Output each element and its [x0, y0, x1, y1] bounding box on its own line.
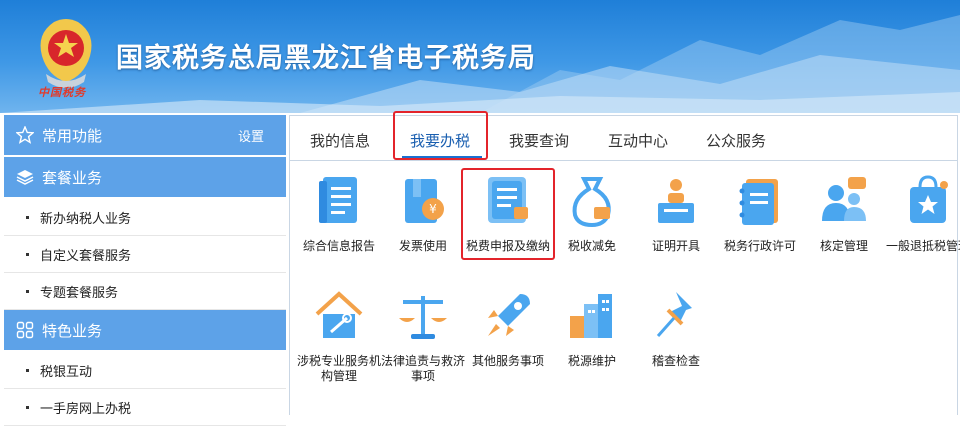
tab-my-info[interactable]: 我的信息: [310, 130, 370, 151]
service-tile-professional-service[interactable]: 涉税专业服务机构管理: [297, 286, 381, 384]
service-tile-legal-remedy[interactable]: 法律追责与救济事项: [381, 286, 465, 384]
sidebar-item-label: 新办纳税人业务: [40, 211, 132, 227]
sidebar: 常用功能 设置 套餐业务 新办纳税人业务 自定义套餐服务 专题套餐服务 特色业务…: [4, 115, 286, 426]
service-tile-verification-management[interactable]: 核定管理: [802, 171, 886, 254]
sidebar-item[interactable]: 自定义套餐服务: [4, 236, 286, 273]
tab-bar: 我的信息 我要办税 我要查询 互动中心 公众服务: [290, 116, 957, 161]
layers-icon: [14, 166, 36, 188]
tab-query[interactable]: 我要查询: [509, 130, 569, 151]
service-tile-inspection[interactable]: 稽查检查: [634, 286, 718, 369]
buildings-icon: [570, 294, 612, 338]
report-document-icon: [319, 177, 357, 223]
service-label: 法律追责与救济事项: [381, 354, 466, 383]
sidebar-section-title: 特色业务: [42, 321, 103, 340]
bullet: [26, 405, 29, 409]
service-label: 其他服务事项: [471, 354, 544, 368]
service-tile-invoice[interactable]: ¥ 发票使用: [381, 171, 465, 254]
main-panel: 我的信息 我要办税 我要查询 互动中心 公众服务 综合信息报告 ¥ 发票使用 税…: [289, 111, 960, 415]
site-title: 国家税务总局黑龙江省电子税务局: [116, 43, 536, 74]
users-chat-icon: [822, 177, 866, 221]
tab-public-service[interactable]: 公众服务: [706, 130, 766, 151]
service-label: 稽查检查: [651, 354, 700, 368]
scales-icon: [399, 296, 447, 339]
service-label: 税收减免: [567, 239, 616, 253]
service-tile-info-report[interactable]: 综合信息报告: [297, 171, 381, 254]
bullet: [26, 252, 29, 256]
service-tile-tax-declaration[interactable]: 税费申报及缴纳: [466, 171, 550, 254]
service-tile-administrative-license[interactable]: 税务行政许可: [718, 171, 802, 254]
money-bag-icon: [572, 177, 611, 228]
site-header: 中国税务 国家税务总局黑龙江省电子税务局: [0, 0, 960, 113]
service-label: 税务行政许可: [723, 239, 796, 253]
service-label: 证明开具: [651, 239, 700, 253]
sidebar-item[interactable]: 一手房网上办税: [4, 389, 286, 426]
service-tile-tax-relief[interactable]: 税收减免: [550, 171, 634, 254]
settings-link[interactable]: 设置: [238, 126, 264, 145]
pin-icon: [656, 292, 692, 337]
service-label: 一般退抵税管理: [886, 239, 960, 253]
sidebar-section-featured[interactable]: 特色业务: [4, 310, 286, 352]
service-label: 核定管理: [819, 239, 868, 253]
notebook-icon: [739, 179, 778, 225]
house-tools-icon: [315, 291, 363, 338]
sidebar-section-title: 常用功能: [42, 126, 103, 145]
service-tile-tax-source[interactable]: 税源维护: [550, 286, 634, 369]
star-icon: [14, 124, 36, 146]
shopping-bag-star-icon: [910, 175, 948, 223]
sidebar-section-title: 套餐业务: [42, 168, 103, 187]
sidebar-item-label: 税银互动: [40, 364, 93, 380]
service-label: 税源维护: [567, 354, 616, 368]
bullet: [26, 215, 29, 219]
tab-interaction[interactable]: 互动中心: [608, 130, 668, 151]
sidebar-item-label: 自定义套餐服务: [40, 248, 132, 264]
svg-text:¥: ¥: [429, 202, 437, 216]
service-label: 综合信息报告: [302, 239, 375, 253]
certificate-person-icon: [658, 179, 694, 223]
sidebar-item[interactable]: 新办纳税人业务: [4, 199, 286, 236]
sidebar-item[interactable]: 税银互动: [4, 352, 286, 389]
service-tile-refund-management[interactable]: 一般退抵税管理: [886, 171, 960, 254]
tax-declaration-icon: [488, 177, 528, 223]
sidebar-section-common[interactable]: 常用功能 设置: [4, 115, 286, 157]
service-label: 税费申报及缴纳: [466, 239, 551, 253]
sidebar-item[interactable]: 专题套餐服务: [4, 273, 286, 310]
invoice-icon: ¥: [405, 179, 444, 223]
bullet: [26, 289, 29, 293]
grid-icon: [14, 319, 36, 341]
sidebar-section-package[interactable]: 套餐业务: [4, 157, 286, 199]
sidebar-item-label: 专题套餐服务: [40, 285, 119, 301]
rocket-icon: [488, 294, 530, 336]
service-label: 发票使用: [398, 239, 447, 253]
service-tile-certificate[interactable]: 证明开具: [634, 171, 718, 254]
bullet: [26, 368, 29, 372]
sidebar-item-label: 一手房网上办税: [40, 401, 132, 417]
emblem-caption: 中国税务: [38, 86, 86, 99]
service-label: 涉税专业服务机构管理: [297, 354, 382, 383]
service-tile-other-services[interactable]: 其他服务事项: [466, 286, 550, 369]
active-tab-highlight-box: [393, 111, 488, 160]
